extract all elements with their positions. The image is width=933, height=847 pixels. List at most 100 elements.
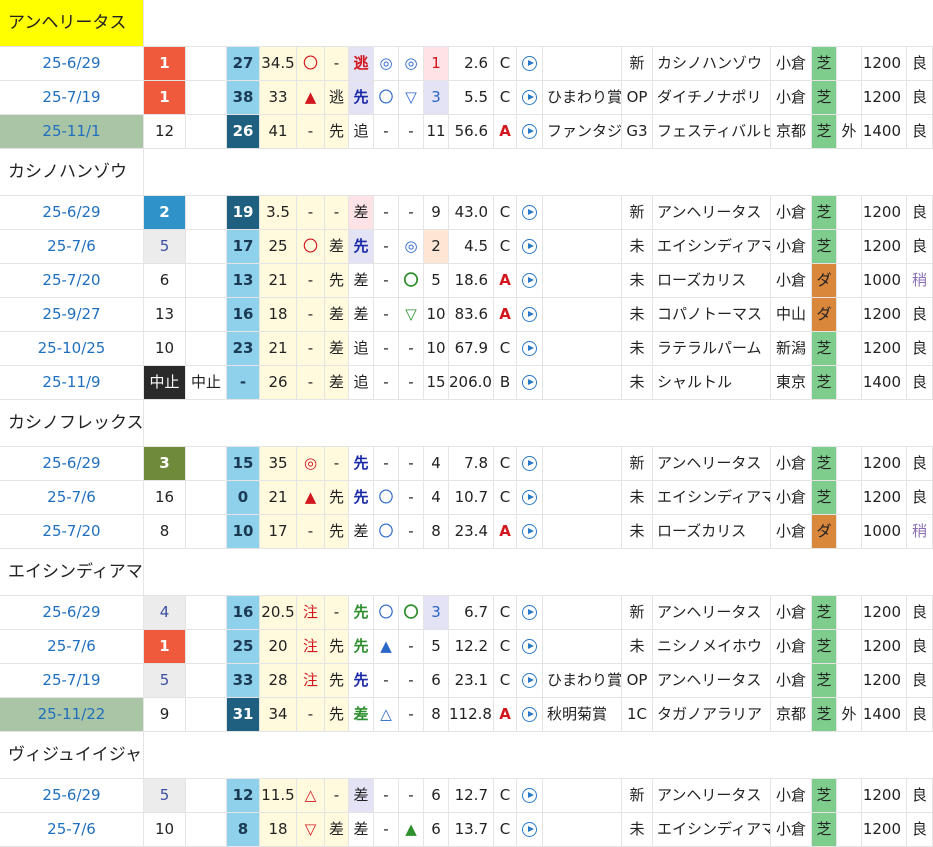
- replay-button[interactable]: [517, 630, 543, 663]
- play-icon[interactable]: [522, 375, 537, 390]
- race-date-link[interactable]: 25-11/9: [0, 366, 144, 399]
- finish-note: [186, 47, 227, 80]
- race-date-link[interactable]: 25-7/20: [0, 515, 144, 548]
- race-date-link[interactable]: 25-10/25: [0, 332, 144, 365]
- play-icon[interactable]: [522, 90, 537, 105]
- play-icon[interactable]: [522, 341, 537, 356]
- race-date-link[interactable]: 25-7/20: [0, 264, 144, 297]
- play-icon[interactable]: [522, 239, 537, 254]
- going: 良: [907, 779, 933, 812]
- odds: 6.7: [449, 596, 494, 629]
- race-class: 未: [622, 481, 653, 514]
- play-icon[interactable]: [522, 273, 537, 288]
- replay-button[interactable]: [517, 230, 543, 263]
- race-date-link[interactable]: 25-9/27: [0, 298, 144, 331]
- replay-button[interactable]: [517, 481, 543, 514]
- rating-value: 3.5: [260, 196, 297, 229]
- surface: 芝: [812, 196, 837, 229]
- play-icon[interactable]: [522, 56, 537, 71]
- race-date-link[interactable]: 25-7/19: [0, 664, 144, 697]
- play-icon[interactable]: [522, 707, 537, 722]
- popularity: 6: [424, 779, 449, 812]
- rating-value: 41: [260, 115, 297, 148]
- surface: 芝: [812, 332, 837, 365]
- play-icon[interactable]: [522, 639, 537, 654]
- race-date-link[interactable]: 25-11/1: [0, 115, 144, 148]
- replay-button[interactable]: [517, 664, 543, 697]
- race-date-link[interactable]: 25-7/19: [0, 81, 144, 114]
- surface: 芝: [812, 630, 837, 663]
- replay-button[interactable]: [517, 47, 543, 80]
- course-side: [837, 230, 862, 263]
- play-icon[interactable]: [522, 524, 537, 539]
- replay-button[interactable]: [517, 366, 543, 399]
- play-icon[interactable]: [522, 788, 537, 803]
- going: 良: [907, 596, 933, 629]
- play-icon[interactable]: [522, 456, 537, 471]
- mark-1: -: [297, 332, 325, 365]
- race-date-link[interactable]: 25-6/29: [0, 47, 144, 80]
- play-icon[interactable]: [522, 673, 537, 688]
- race-date-link[interactable]: 25-7/6: [0, 230, 144, 263]
- race-date-link[interactable]: 25-7/6: [0, 813, 144, 846]
- replay-button[interactable]: [517, 515, 543, 548]
- mark-2: 先: [325, 698, 349, 731]
- play-icon[interactable]: [522, 124, 537, 139]
- grade: C: [494, 332, 517, 365]
- replay-button[interactable]: [517, 81, 543, 114]
- race-date-link[interactable]: 25-6/29: [0, 596, 144, 629]
- finish-note: 中止: [186, 366, 227, 399]
- play-icon[interactable]: [522, 605, 537, 620]
- rating-value: 20: [260, 630, 297, 663]
- grade: C: [494, 81, 517, 114]
- replay-button[interactable]: [517, 698, 543, 731]
- running-style: 先: [349, 447, 374, 480]
- replay-button[interactable]: [517, 115, 543, 148]
- running-style: 先: [349, 596, 374, 629]
- track: 小倉: [771, 81, 812, 114]
- replay-button[interactable]: [517, 779, 543, 812]
- mark-5: ▽: [399, 298, 424, 331]
- replay-button[interactable]: [517, 264, 543, 297]
- grade: C: [494, 779, 517, 812]
- course-side: [837, 264, 862, 297]
- course-side: [837, 47, 862, 80]
- speed-index: 38: [227, 81, 260, 114]
- play-icon[interactable]: [522, 490, 537, 505]
- course-side: [837, 596, 862, 629]
- odds: 56.6: [449, 115, 494, 148]
- finish-position: 6: [144, 264, 186, 297]
- race-name: [543, 366, 622, 399]
- play-icon[interactable]: [522, 822, 537, 837]
- track: 京都: [771, 698, 812, 731]
- track: 中山: [771, 298, 812, 331]
- race-date-link[interactable]: 25-6/29: [0, 779, 144, 812]
- replay-button[interactable]: [517, 596, 543, 629]
- play-icon[interactable]: [522, 205, 537, 220]
- replay-button[interactable]: [517, 332, 543, 365]
- race-date-link[interactable]: 25-6/29: [0, 196, 144, 229]
- replay-button[interactable]: [517, 196, 543, 229]
- race-row: 25-6/29 3 15 35 ◎ - 先 - -4 7.8 C 新アンヘリータス 小倉芝 1200 良: [0, 447, 933, 481]
- race-row: 25-6/29 1 27 34.5 〇 - 逃 ◎ ◎ 1 2.6 C 新カシノハンゾウ 小倉芝 1200 良: [0, 47, 933, 81]
- replay-button[interactable]: [517, 813, 543, 846]
- replay-button[interactable]: [517, 447, 543, 480]
- race-date-link[interactable]: 25-11/22: [0, 698, 144, 731]
- race-date-link[interactable]: 25-7/6: [0, 630, 144, 663]
- race-date-link[interactable]: 25-7/6: [0, 481, 144, 514]
- race-name: [543, 779, 622, 812]
- race-row: 25-7/20 8 10 17- 先差〇 -8 23.4 A 未ローズカリス 小倉ダ 1000 稍: [0, 515, 933, 549]
- finish-note: [186, 332, 227, 365]
- replay-button[interactable]: [517, 298, 543, 331]
- going: 良: [907, 698, 933, 731]
- race-date-link[interactable]: 25-6/29: [0, 447, 144, 480]
- popularity: 6: [424, 664, 449, 697]
- speed-index: 25: [227, 630, 260, 663]
- running-style: 先: [349, 664, 374, 697]
- surface: 芝: [812, 447, 837, 480]
- popularity: 5: [424, 630, 449, 663]
- play-icon[interactable]: [522, 307, 537, 322]
- finish-position: 12: [144, 115, 186, 148]
- track: 小倉: [771, 515, 812, 548]
- grade: C: [494, 630, 517, 663]
